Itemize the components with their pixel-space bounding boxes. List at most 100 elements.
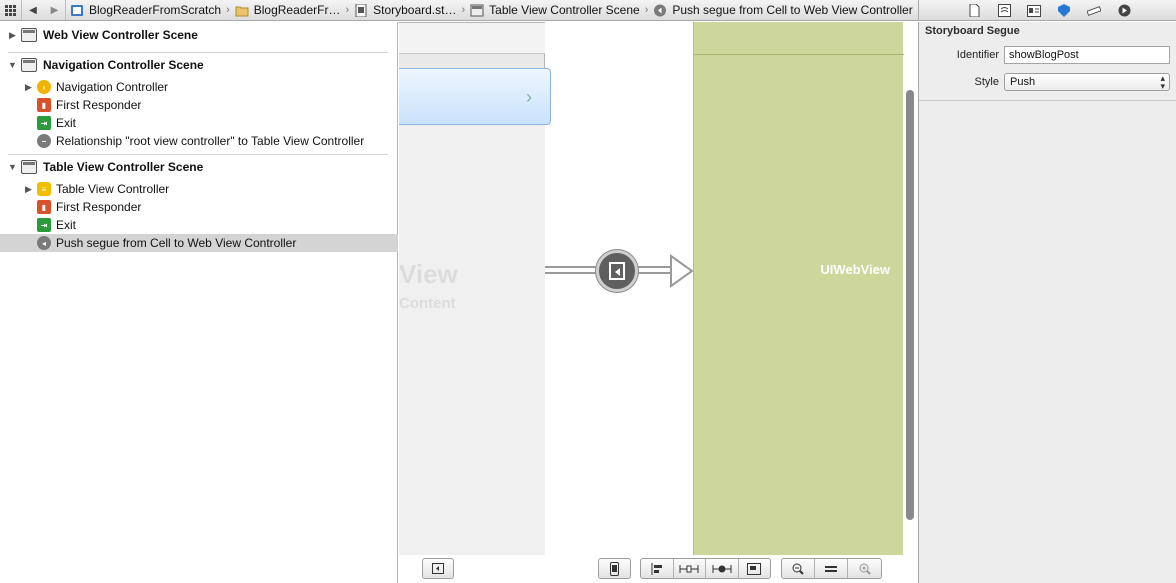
exit-icon: ⇥ [37,218,51,232]
outline-divider [8,52,388,53]
scene-title: Navigation Controller Scene [43,58,204,72]
storyboard-canvas[interactable]: View Content › UIWebView [399,22,918,555]
scene-title: Web View Controller Scene [43,28,198,42]
file-inspector-icon[interactable] [967,4,981,17]
zoom-buttons-group [781,558,882,579]
segue-push-icon[interactable] [596,250,638,292]
forward-arrow-icon[interactable]: ▶ [44,0,66,20]
outline-item-label: Relationship "root view controller" to T… [56,134,365,148]
inspector-section-title: Storyboard Segue [925,25,1020,37]
style-label: Style [974,76,999,88]
storyboard-icon [355,3,367,17]
resolve-icon [712,564,732,573]
relationship-icon: − [37,134,51,148]
outline-item-exit[interactable]: ⇥ Exit [0,216,398,234]
outline-item-table-view-controller[interactable]: ▶ ≡ Table View Controller [0,180,398,198]
outline-item-label: First Responder [56,98,142,112]
inspector-selector-bar [918,0,1176,21]
navigation-bar-area [694,22,904,55]
prototype-cell[interactable]: › [399,68,551,125]
outline-item-label: First Responder [56,200,142,214]
breadcrumb-label: BlogReaderFr… [253,3,341,17]
disclosure-collapsed-icon[interactable]: ▶ [24,82,33,92]
scene-icon [470,4,484,16]
breadcrumb-project[interactable]: BlogReaderFromScratch [66,0,225,20]
outline-item-first-responder[interactable]: ▮ First Responder [0,96,398,114]
style-select[interactable]: Push ▴ ▾ [1004,73,1170,91]
resizing-icon [747,562,762,575]
style-select-value: Push [1010,76,1036,88]
zoom-in-icon [859,563,871,575]
web-view-controller-frame[interactable]: UIWebView [693,22,904,555]
connections-inspector-icon[interactable] [1117,4,1131,17]
outline-item-label: Navigation Controller [56,80,169,94]
outline-item-first-responder[interactable]: ▮ First Responder [0,198,398,216]
table-view-area [399,120,545,555]
table-view-controller-icon: ≡ [37,182,51,196]
scene-icon [21,160,37,174]
disclosure-expanded-icon[interactable]: ▼ [8,162,17,172]
webview-label: UIWebView [820,262,890,277]
disclosure-collapsed-icon[interactable]: ▶ [8,30,17,40]
breadcrumb-segue[interactable]: Push segue from Cell to Web View Control… [649,0,916,20]
outline-toggle-icon [432,563,444,574]
back-arrow-icon[interactable]: ◀ [22,0,44,20]
resolve-button[interactable] [706,559,739,578]
placeholder-subtitle: Content [399,295,456,312]
canvas-vertical-scrollbar[interactable] [906,90,914,520]
navigation-bar-area [399,23,545,54]
outline-item-push-segue[interactable]: ◂ Push segue from Cell to Web View Contr… [0,234,398,252]
identity-inspector-icon[interactable] [1027,4,1041,17]
zoom-out-icon [792,563,804,575]
breadcrumb-folder[interactable]: BlogReaderFr… [231,0,345,20]
zoom-actual-button[interactable] [815,559,848,578]
outline-divider [8,154,388,155]
pin-button[interactable] [674,559,706,578]
attributes-inspector-icon[interactable] [1057,4,1071,17]
scene-title: Table View Controller Scene [43,160,204,174]
disclosure-expanded-icon[interactable]: ▼ [8,60,17,70]
scene-icon [21,58,37,72]
outline-item-label: Exit [56,218,77,232]
disclosure-collapsed-icon[interactable]: ▶ [24,184,33,194]
zoom-in-button[interactable] [848,559,881,578]
breadcrumb-storyboard[interactable]: Storyboard.st… [350,0,460,20]
quick-help-icon[interactable] [997,4,1011,17]
chevron-right-icon: › [526,87,532,107]
zoom-actual-icon [825,565,837,572]
navigation-controller-icon: ‹ [37,80,51,94]
show-outline-button[interactable] [422,558,454,579]
pin-icon [679,564,699,573]
breadcrumb-scene[interactable]: Table View Controller Scene [466,0,644,20]
device-icon [610,561,619,576]
simulated-metrics-button[interactable] [598,558,631,579]
size-inspector-icon[interactable] [1087,4,1101,17]
updown-arrows-icon: ▴ ▾ [1160,73,1165,91]
align-icon [651,562,662,575]
zoom-out-button[interactable] [782,559,815,578]
outline-item-label: Push segue from Cell to Web View Control… [56,236,297,250]
attributes-inspector: Storyboard Segue Identifier Style Push ▴… [918,22,1176,583]
align-button[interactable] [641,559,674,578]
resizing-button[interactable] [739,559,771,578]
breadcrumb-label: BlogReaderFromScratch [89,3,222,17]
identifier-label: Identifier [956,49,999,61]
identifier-field[interactable] [1004,46,1170,64]
outline-item-exit[interactable]: ⇥ Exit [0,114,398,132]
project-icon [71,4,83,16]
scene-icon [21,28,37,42]
outline-scene-table-view-controller[interactable]: ▼ Table View Controller Scene [0,158,398,176]
outline-item-relationship[interactable]: − Relationship "root view controller" to… [0,132,398,150]
outline-scene-navigation-controller[interactable]: ▼ Navigation Controller Scene [0,56,398,74]
layout-buttons-group [640,558,771,579]
outline-item-navigation-controller[interactable]: ▶ ‹ Navigation Controller [0,78,398,96]
first-responder-icon: ▮ [37,200,51,214]
segue-icon: ◂ [37,236,51,250]
segue-arrowhead-icon [670,254,694,288]
outline-item-label: Exit [56,116,77,130]
related-files-grid-icon[interactable] [0,0,22,20]
breadcrumb-label: Push segue from Cell to Web View Control… [672,3,913,17]
exit-icon: ⇥ [37,116,51,130]
document-outline: ▶ Web View Controller Scene ▼ Navigation… [0,22,398,583]
outline-scene-web-view-controller[interactable]: ▶ Web View Controller Scene [0,26,398,44]
